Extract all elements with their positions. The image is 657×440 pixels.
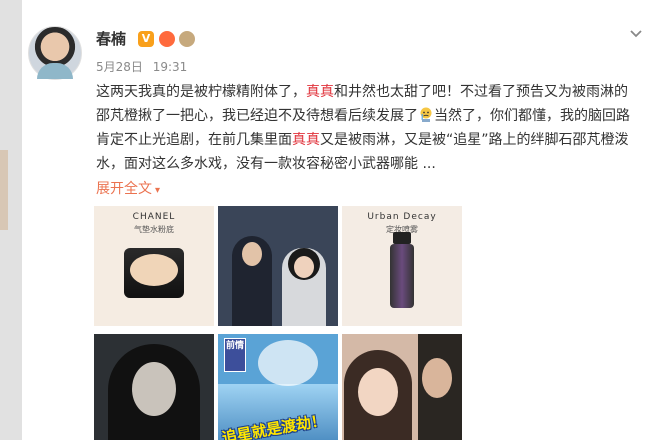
verified-icon[interactable]: V: [138, 31, 154, 47]
expand-label: 展开全文: [96, 181, 152, 197]
chevron-down-icon[interactable]: [629, 26, 643, 40]
cushion-compact-graphic: [124, 248, 184, 298]
crying-emoji-icon: [419, 107, 433, 123]
medal-icon[interactable]: [179, 31, 195, 47]
image-couple-scene[interactable]: [342, 334, 462, 440]
avatar-shirt: [37, 63, 73, 79]
image-urban-decay-spray[interactable]: Urban Decay 定妆喷雾: [342, 206, 462, 326]
chanel-brand-text: CHANEL: [132, 212, 176, 222]
username[interactable]: 春楠: [96, 28, 126, 49]
post-time[interactable]: 19:31: [153, 60, 188, 74]
rain-girl-figure: [108, 344, 200, 440]
member-icon[interactable]: [159, 31, 175, 47]
chanel-product-text: 气垫水粉底: [134, 225, 174, 234]
weibo-post-card: 春楠 V 5月28日 19:31 这两天我真的是被柠檬精附体了，真真和井然也太甜…: [22, 0, 657, 440]
setting-spray-bottle-graphic: [390, 232, 414, 308]
highlight-zhenzhen-1[interactable]: 真真: [306, 84, 334, 100]
highlight-zhenzhen-2[interactable]: 真真: [292, 132, 320, 148]
image-water-splash-scene[interactable]: 前情 追星就是渡劫！: [218, 334, 338, 440]
left-strip-accent: [0, 150, 8, 230]
image-event-photo[interactable]: [218, 206, 338, 326]
post-text-seg1: 这两天我真的是被柠檬精附体了，: [96, 84, 306, 100]
image-chanel-cushion[interactable]: CHANEL 气垫水粉底: [94, 206, 214, 326]
post-date[interactable]: 5月28日: [96, 60, 143, 74]
urban-brand-text: Urban Decay: [367, 212, 437, 222]
post-body: 这两天我真的是被柠檬精附体了，真真和井然也太甜了吧！不过看了预告又为被雨淋的邵芃…: [96, 80, 641, 176]
left-background-strip: [0, 0, 22, 440]
water-splash: [258, 340, 318, 386]
couple-figure-b: [418, 334, 462, 440]
caret-down-icon: ▾: [155, 185, 161, 196]
couple-figure-a: [344, 350, 412, 440]
image-rain-scene[interactable]: [94, 334, 214, 440]
event-people: [218, 226, 338, 326]
post-meta: 5月28日 19:31: [96, 58, 187, 75]
previous-episode-tag: 前情: [224, 338, 246, 372]
avatar[interactable]: [28, 26, 82, 80]
expand-full-text-link[interactable]: 展开全文 ▾: [96, 178, 160, 198]
